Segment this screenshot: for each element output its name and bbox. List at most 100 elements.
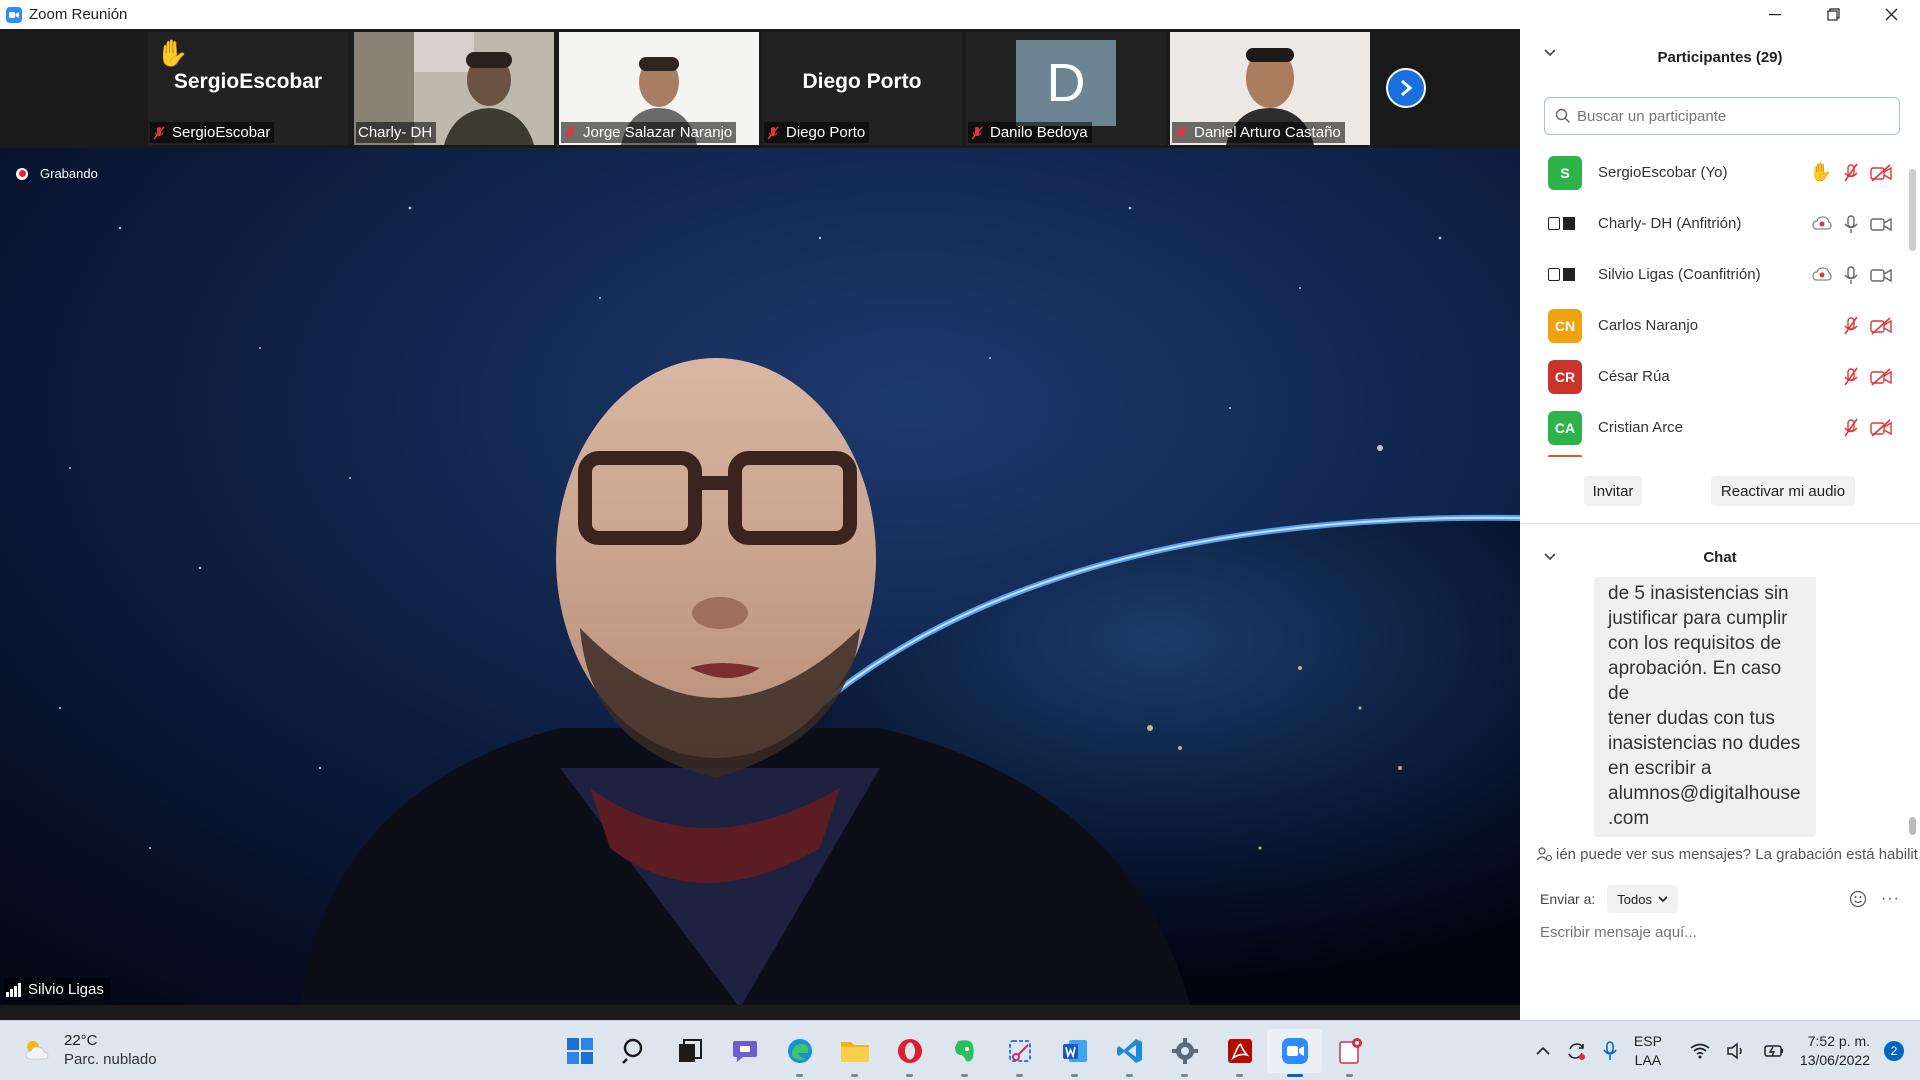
running-indicator [1181, 1074, 1188, 1077]
chat-message-input[interactable] [1540, 920, 1900, 944]
microphone-icon[interactable] [1602, 1041, 1618, 1061]
tile-display-name: Diego Porto [802, 70, 922, 93]
zoom-taskbar-button[interactable] [1267, 1029, 1322, 1077]
search-input[interactable] [1577, 107, 1877, 125]
video-off-icon[interactable] [1870, 163, 1892, 182]
mic-icon[interactable] [1842, 214, 1860, 234]
more-options-icon[interactable]: ··· [1881, 890, 1900, 908]
teams-chat-button[interactable] [717, 1029, 772, 1073]
window-title: Zoom Reunión [29, 6, 128, 23]
video-icon[interactable] [1870, 266, 1892, 284]
start-button[interactable] [552, 1029, 607, 1073]
emoji-icon[interactable] [1849, 890, 1867, 908]
mic-muted-icon[interactable] [1842, 316, 1860, 336]
notification-badge[interactable]: 2 [1884, 1041, 1904, 1061]
participant-status-icons: ✋ [1800, 147, 1892, 198]
active-speaker-video[interactable]: Grabando Silvio Ligas [0, 148, 1520, 1005]
video-tile-danilo[interactable]: D Danilo Bedoya [966, 32, 1166, 145]
battery-icon[interactable] [1762, 1043, 1784, 1059]
mic-icon[interactable] [1842, 265, 1860, 285]
settings-button[interactable] [1157, 1029, 1212, 1077]
input-language[interactable]: ESP LAA [1634, 1032, 1662, 1070]
close-button[interactable] [1862, 0, 1920, 29]
weather-widget[interactable]: 22°C Parc. nublado [22, 1031, 157, 1069]
participant-row[interactable]: CR César Rúa [1520, 351, 1920, 402]
pdf-reader-icon [1227, 1039, 1252, 1063]
minimize-button[interactable] [1746, 0, 1804, 29]
running-indicator [1346, 1074, 1353, 1077]
participant-status-icons [1832, 300, 1892, 351]
recipient-dropdown[interactable]: Todos [1607, 885, 1678, 913]
file-explorer-button[interactable] [827, 1029, 882, 1077]
running-indicator [906, 1074, 913, 1077]
mic-muted-icon[interactable] [1842, 163, 1860, 183]
tile-display-name: SergioEscobar [173, 70, 323, 93]
clock[interactable]: 7:52 p. m. 13/06/2022 [1800, 1032, 1870, 1070]
edge-icon [787, 1039, 812, 1063]
zoom-icon [1281, 1038, 1308, 1064]
running-indicator [1071, 1074, 1078, 1077]
notes-app-button[interactable] [1322, 1029, 1377, 1077]
taskbar-apps [552, 1029, 1377, 1077]
participant-row[interactable]: Silvio Ligas (Coanfitrión) [1520, 249, 1920, 300]
running-indicator [1126, 1074, 1133, 1077]
video-tile-jorge[interactable]: Jorge Salazar Naranjo [559, 32, 759, 145]
participants-header[interactable]: Participantes (29) [1520, 29, 1920, 85]
video-icon[interactable] [1870, 215, 1892, 233]
system-tray: ESP LAA 7:52 p. m. 13/06/2022 2 [1536, 1021, 1920, 1080]
opera-button[interactable] [882, 1029, 937, 1077]
video-tile-diego[interactable]: Diego Porto Diego Porto [762, 32, 962, 145]
participant-status-icons [1802, 198, 1892, 249]
snipping-tool-button[interactable] [992, 1029, 1047, 1077]
participant-name: Cristian Arce [1598, 419, 1684, 436]
recording-indicator: Grabando [16, 166, 98, 181]
tile-name-label: Danilo Bedoya [968, 122, 1092, 143]
unmute-button[interactable]: Reactivar mi audio [1711, 476, 1855, 506]
participant-status-icons [1802, 249, 1892, 300]
send-to-label: Enviar a: [1540, 891, 1596, 907]
mic-muted-icon [767, 126, 779, 139]
mic-muted-icon[interactable] [1842, 418, 1860, 438]
volume-icon[interactable] [1726, 1042, 1746, 1060]
tile-name-label: Charly- DH [356, 122, 437, 143]
participant-search[interactable] [1544, 97, 1900, 135]
taskbar: 22°C Parc. nublado ESP LAA 7:52 p. m. 13… [0, 1020, 1920, 1080]
show-hidden-icons-button[interactable] [1536, 1046, 1550, 1056]
video-tile-daniel[interactable]: Daniel Arturo Castaño [1170, 32, 1370, 145]
recording-cloud-icon [1812, 215, 1832, 232]
sync-icon[interactable] [1566, 1041, 1586, 1061]
video-tile-sergioescobar[interactable]: ✋ SergioEscobar SergioEscobar [148, 32, 348, 145]
chevron-down-icon[interactable] [1544, 553, 1556, 561]
running-indicator [851, 1074, 858, 1077]
acrobat-button[interactable] [1212, 1029, 1267, 1077]
vscode-button[interactable] [1102, 1029, 1157, 1077]
next-page-button[interactable] [1386, 68, 1426, 108]
zoom-app: Zoom Reunión ✋ SergioEscobar SergioEscob… [0, 0, 1920, 1080]
invite-button[interactable]: Invitar [1584, 476, 1642, 506]
word-button[interactable] [1047, 1029, 1102, 1077]
restore-button[interactable] [1804, 0, 1862, 29]
chevron-down-icon[interactable] [1544, 49, 1556, 57]
edge-button[interactable] [772, 1029, 827, 1077]
taskbar-search-button[interactable] [607, 1029, 662, 1073]
virtual-background [0, 148, 1520, 1005]
chat-privacy-notice[interactable]: ién puede ver sus mensajes? La grabación… [1520, 841, 1920, 867]
participant-row[interactable]: CN Carlos Naranjo [1520, 300, 1920, 351]
partial-avatar [1548, 455, 1582, 457]
participant-row[interactable]: S SergioEscobar (Yo) ✋ [1520, 147, 1920, 198]
video-off-icon[interactable] [1870, 367, 1892, 386]
participant-list-scrollbar[interactable] [1909, 169, 1916, 251]
participant-row[interactable]: Charly- DH (Anfitrión) [1520, 198, 1920, 249]
task-view-button[interactable] [662, 1029, 717, 1073]
mic-muted-icon[interactable] [1842, 367, 1860, 387]
participant-row[interactable]: CA Cristian Arce [1520, 402, 1920, 453]
video-off-icon[interactable] [1870, 316, 1892, 335]
participant-name: SergioEscobar (Yo) [1598, 164, 1728, 181]
evernote-button[interactable] [937, 1029, 992, 1077]
wifi-icon[interactable] [1690, 1043, 1710, 1059]
video-tile-charly[interactable]: Charly- DH [354, 32, 554, 145]
chat-header[interactable]: Chat [1520, 537, 1920, 577]
chat-scrollbar[interactable] [1909, 817, 1916, 835]
video-off-icon[interactable] [1870, 418, 1892, 437]
raised-hand-icon: ✋ [156, 38, 189, 68]
